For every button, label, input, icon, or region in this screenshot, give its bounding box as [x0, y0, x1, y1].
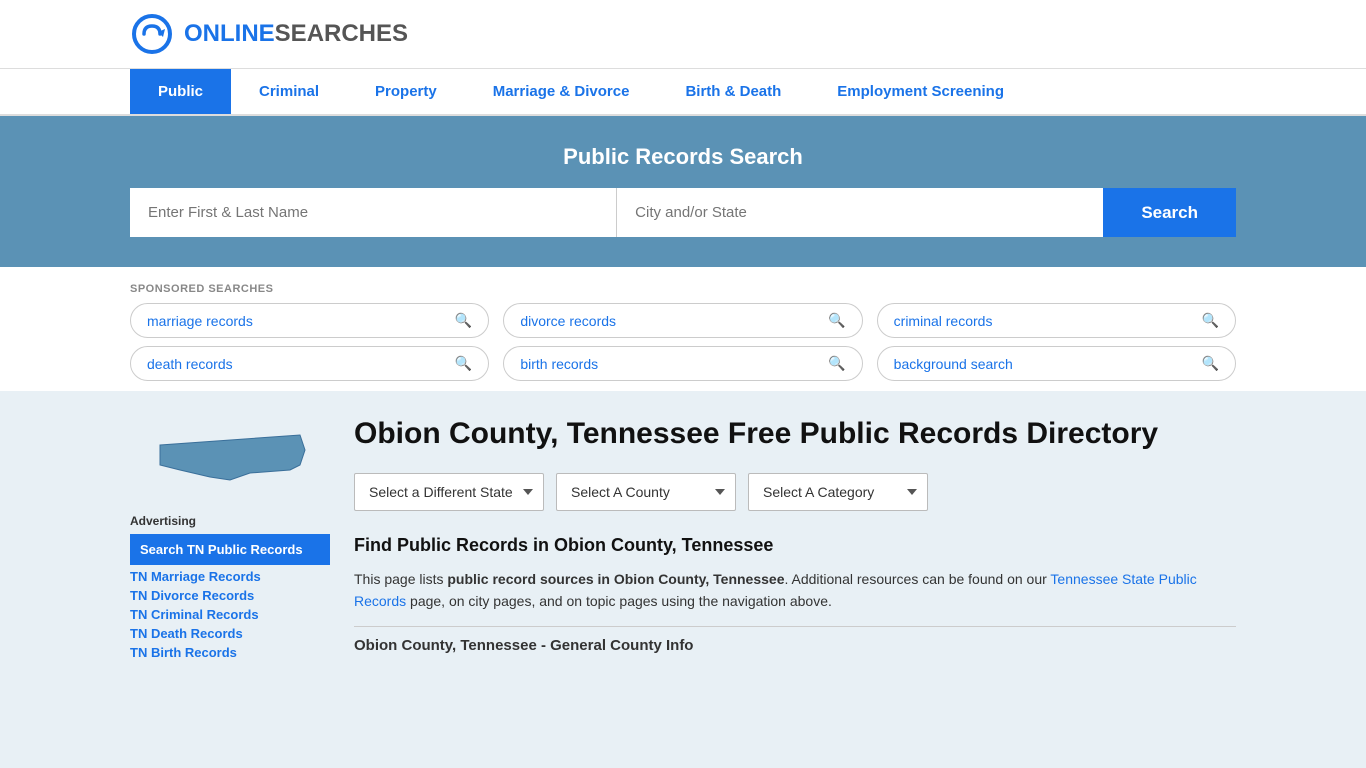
- pill-birth-records[interactable]: birth records 🔍: [503, 346, 862, 381]
- sponsored-grid: marriage records 🔍 divorce records 🔍 cri…: [130, 303, 1236, 381]
- pill-criminal-records[interactable]: criminal records 🔍: [877, 303, 1236, 338]
- logo[interactable]: ONLINE SEARCHES: [130, 12, 408, 56]
- county-dropdown[interactable]: Select A County: [556, 473, 736, 511]
- sidebar-link-birth[interactable]: TN Birth Records: [130, 645, 330, 660]
- sponsored-row-1: marriage records 🔍 divorce records 🔍 cri…: [130, 303, 1236, 338]
- name-input[interactable]: [130, 188, 616, 237]
- search-bar: Search: [130, 188, 1236, 237]
- pill-background-search-text: background search: [894, 356, 1013, 372]
- desc-bold: public record sources in Obion County, T…: [447, 571, 784, 587]
- pill-divorce-records-text: divorce records: [520, 313, 616, 329]
- pill-criminal-records-text: criminal records: [894, 313, 993, 329]
- hero-section: Public Records Search Search: [0, 116, 1366, 267]
- nav-item-employment[interactable]: Employment Screening: [809, 69, 1032, 114]
- sidebar-link-marriage[interactable]: TN Marriage Records: [130, 569, 330, 584]
- desc-part2: . Additional resources can be found on o…: [784, 571, 1050, 587]
- pill-death-records-text: death records: [147, 356, 233, 372]
- pill-marriage-records[interactable]: marriage records 🔍: [130, 303, 489, 338]
- page-title: Obion County, Tennessee Free Public Reco…: [354, 415, 1236, 453]
- search-icon-4: 🔍: [455, 355, 472, 372]
- content-area: Obion County, Tennessee Free Public Reco…: [354, 415, 1236, 660]
- sidebar-link-criminal[interactable]: TN Criminal Records: [130, 607, 330, 622]
- state-image: [130, 415, 330, 498]
- sidebar: Advertising Search TN Public Records TN …: [130, 415, 330, 660]
- sponsored-section: SPONSORED SEARCHES marriage records 🔍 di…: [0, 267, 1366, 391]
- sponsored-label: SPONSORED SEARCHES: [130, 283, 1236, 295]
- pill-divorce-records[interactable]: divorce records 🔍: [503, 303, 862, 338]
- desc-part3: page, on city pages, and on topic pages …: [406, 593, 832, 609]
- description-text: This page lists public record sources in…: [354, 568, 1236, 613]
- sidebar-link-death[interactable]: TN Death Records: [130, 626, 330, 641]
- county-info-title: Obion County, Tennessee - General County…: [354, 637, 1236, 654]
- hero-title: Public Records Search: [130, 144, 1236, 170]
- search-icon-3: 🔍: [1202, 312, 1219, 329]
- tennessee-shape-svg: [150, 415, 310, 495]
- logo-online: ONLINE: [184, 20, 275, 48]
- pill-background-search[interactable]: background search 🔍: [877, 346, 1236, 381]
- nav-item-criminal[interactable]: Criminal: [231, 69, 347, 114]
- state-dropdown[interactable]: Select a Different State: [354, 473, 544, 511]
- sidebar-link-divorce[interactable]: TN Divorce Records: [130, 588, 330, 603]
- nav: Public Criminal Property Marriage & Divo…: [0, 69, 1366, 116]
- logo-searches: SEARCHES: [275, 20, 408, 48]
- nav-item-birth-death[interactable]: Birth & Death: [657, 69, 809, 114]
- nav-item-property[interactable]: Property: [347, 69, 465, 114]
- pill-birth-records-text: birth records: [520, 356, 598, 372]
- pill-death-records[interactable]: death records 🔍: [130, 346, 489, 381]
- sponsored-row-2: death records 🔍 birth records 🔍 backgrou…: [130, 346, 1236, 381]
- dropdowns: Select a Different State Select A County…: [354, 473, 1236, 511]
- main-content: Advertising Search TN Public Records TN …: [0, 391, 1366, 684]
- section-title: Find Public Records in Obion County, Ten…: [354, 535, 1236, 556]
- nav-item-public[interactable]: Public: [130, 69, 231, 114]
- pill-marriage-records-text: marriage records: [147, 313, 253, 329]
- divider: [354, 626, 1236, 627]
- city-input[interactable]: [616, 188, 1103, 237]
- search-icon-5: 🔍: [828, 355, 845, 372]
- nav-item-marriage-divorce[interactable]: Marriage & Divorce: [465, 69, 658, 114]
- sidebar-ad-active[interactable]: Search TN Public Records: [130, 534, 330, 565]
- search-icon-1: 🔍: [455, 312, 472, 329]
- search-icon-2: 🔍: [828, 312, 845, 329]
- search-button[interactable]: Search: [1103, 188, 1236, 237]
- search-icon-6: 🔍: [1202, 355, 1219, 372]
- logo-text: ONLINE SEARCHES: [184, 20, 408, 48]
- category-dropdown[interactable]: Select A Category: [748, 473, 928, 511]
- logo-icon: [130, 12, 174, 56]
- header: ONLINE SEARCHES: [0, 0, 1366, 69]
- sidebar-ad-label: Advertising: [130, 514, 330, 528]
- desc-part1: This page lists: [354, 571, 447, 587]
